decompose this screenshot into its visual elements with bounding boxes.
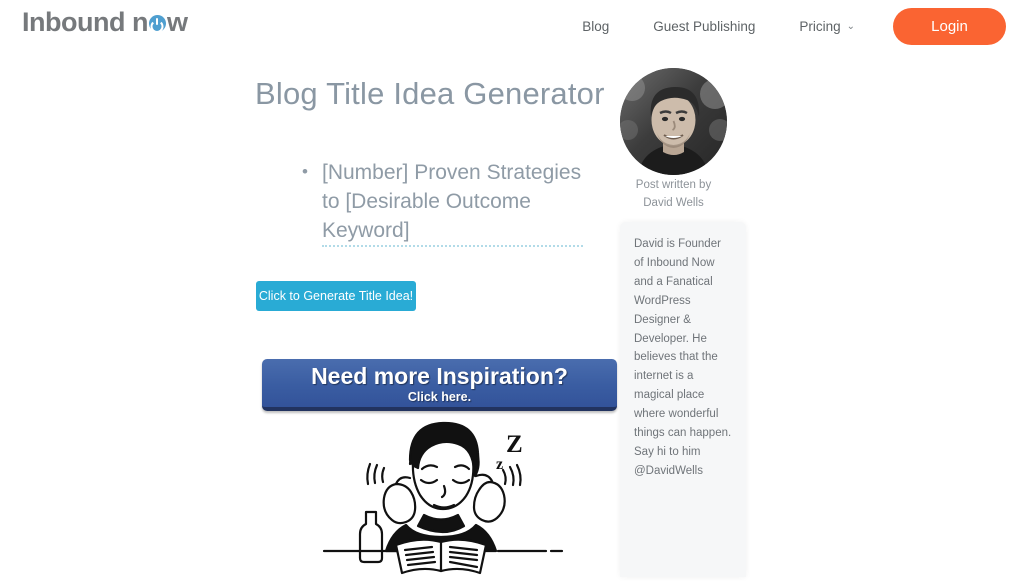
chevron-down-icon: ⌄	[846, 21, 855, 32]
logo-text-mid: ound n	[61, 7, 148, 37]
author-bio-card: David is Founder of Inbound Now and a Fa…	[620, 222, 746, 577]
author-bio-text: David is Founder of Inbound Now and a Fa…	[634, 238, 732, 477]
need-more-inspiration-banner[interactable]: Need more Inspiration? Click here.	[262, 359, 617, 411]
generate-title-idea-button[interactable]: Click to Generate Title Idea!	[256, 281, 416, 311]
power-icon	[148, 15, 166, 32]
title-idea-underline	[322, 245, 583, 247]
sleep-z-large: Z	[506, 431, 523, 458]
avatar	[620, 68, 727, 175]
site-header: Inb ound n w Blog Guest Publishing Pricing…	[0, 0, 1024, 52]
title-idea-item: [Number] Proven Strategies to [Desirable…	[300, 157, 600, 245]
post-written-by-label: Post written by	[635, 179, 712, 191]
nav-item-blog[interactable]: Blog	[560, 19, 631, 34]
nav-item-pricing[interactable]: Pricing ⌄	[777, 19, 877, 34]
logo-text-after: w	[166, 7, 188, 37]
nav-item-guest-publishing-label: Guest Publishing	[653, 18, 756, 34]
author-name: David Wells	[643, 197, 704, 209]
nav-item-guest-publishing[interactable]: Guest Publishing	[631, 19, 777, 34]
page-title: Blog Title Idea Generator	[255, 76, 605, 111]
sleep-z-small: z	[496, 456, 503, 473]
main-nav: Blog Guest Publishing Pricing ⌄ Login	[560, 0, 1006, 52]
title-idea-list: [Number] Proven Strategies to [Desirable…	[300, 157, 600, 245]
sleeping-person-illustration: Z z	[310, 420, 572, 577]
author-caption: Post written by David Wells	[620, 176, 727, 212]
login-button[interactable]: Login	[893, 7, 1006, 45]
site-logo[interactable]: Inb ound n w	[22, 7, 188, 37]
logo-text-before: Inb	[22, 7, 62, 37]
nav-item-pricing-label: Pricing	[799, 18, 841, 34]
nav-item-blog-label: Blog	[582, 18, 610, 34]
banner-title: Need more Inspiration?	[311, 363, 568, 389]
banner-subtitle: Click here.	[407, 390, 472, 404]
